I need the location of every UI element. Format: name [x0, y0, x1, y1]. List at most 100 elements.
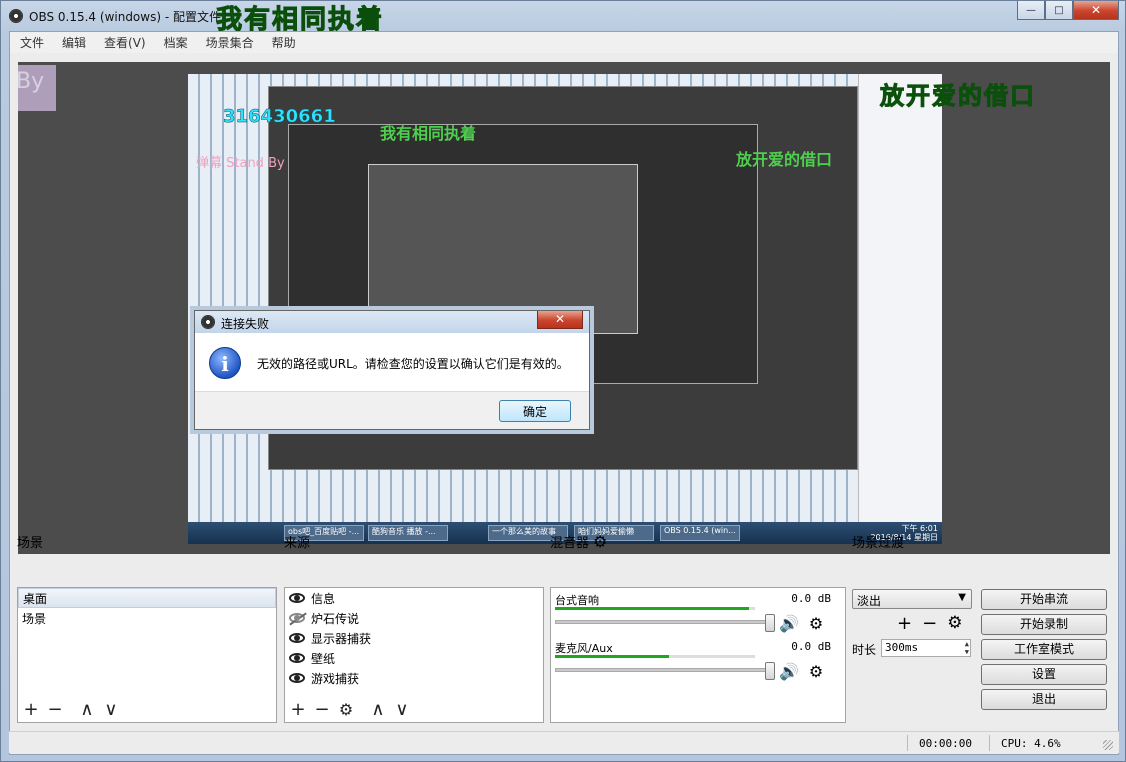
by-overlay: By	[18, 65, 56, 111]
source-label: 游戏捕获	[311, 671, 360, 686]
scene-item[interactable]: 场景	[18, 608, 276, 628]
captured-sidebar	[858, 74, 942, 522]
close-button[interactable]: ✕	[1073, 1, 1119, 20]
window-title: OBS 0.15.4 (windows) - 配置文件	[29, 10, 221, 24]
add-transition-button[interactable]: +	[897, 613, 912, 634]
exit-button[interactable]: 退出	[981, 689, 1107, 710]
dialog-footer: 确定	[195, 391, 589, 429]
source-properties-gear-icon[interactable]: ⚙	[337, 701, 355, 719]
eye-icon[interactable]	[289, 633, 305, 643]
dialog-message: 无效的路径或URL。请检查您的设置以确认它们是有效的。	[257, 356, 569, 371]
source-label: 炉石传说	[311, 611, 360, 626]
volume-slider[interactable]	[555, 620, 775, 624]
transition-gear-icon[interactable]: ⚙	[947, 613, 962, 634]
eye-icon[interactable]	[289, 593, 305, 603]
move-source-down-button[interactable]: ∨	[393, 701, 411, 719]
mixer-channel-mic: 麦克风/Aux 0.0 dB 🔊 ⚙	[555, 640, 831, 688]
eye-icon[interactable]	[289, 653, 305, 663]
transitions-title: 场景过渡	[852, 535, 905, 551]
source-item[interactable]: 信息	[285, 588, 543, 608]
speaker-icon[interactable]: 🔊	[779, 614, 799, 633]
menu-profile[interactable]: 档案	[162, 34, 190, 51]
status-cpu: CPU: 4.6%	[1001, 737, 1061, 750]
source-label: 显示器捕获	[311, 631, 372, 646]
minimize-button[interactable]: —	[1017, 1, 1045, 20]
start-streaming-button[interactable]: 开始串流	[981, 589, 1107, 610]
menu-help[interactable]: 帮助	[270, 34, 298, 51]
dialog-title: 连接失败	[221, 317, 270, 331]
channel-gear-icon[interactable]: ⚙	[809, 614, 823, 633]
source-item[interactable]: 壁纸	[285, 648, 543, 668]
sources-title: 来源	[284, 535, 311, 551]
volume-meter-fill	[555, 607, 749, 610]
menu-bar: 文件 编辑 查看(V) 档案 场景集合 帮助	[10, 32, 1118, 53]
window-controls: — □ ✕	[1017, 1, 1119, 20]
volume-meter-fill	[555, 655, 669, 658]
scenes-title: 场景	[17, 535, 44, 551]
source-item[interactable]: 显示器捕获	[285, 628, 543, 648]
channel-name: 麦克风/Aux	[555, 642, 613, 655]
spin-arrows-icon[interactable]: ▲ ▼	[965, 640, 969, 656]
menu-file[interactable]: 文件	[18, 34, 46, 51]
duration-value: 300ms	[885, 641, 919, 654]
move-scene-up-button[interactable]: ∧	[78, 701, 96, 719]
add-source-button[interactable]: +	[289, 701, 307, 719]
settings-button[interactable]: 设置	[981, 664, 1107, 685]
mixer-panel: 台式音响 0.0 dB 🔊 ⚙ 麦克风/Aux 0.0 dB 🔊 ⚙	[550, 587, 846, 723]
remove-scene-button[interactable]: −	[46, 701, 64, 719]
transition-toolbar: + − ⚙	[897, 613, 962, 634]
overlay-inner-text-1: 我有相同执着	[380, 124, 477, 143]
transition-selected: 淡出	[857, 594, 882, 608]
scene-item[interactable]: 桌面	[18, 588, 276, 608]
captured-obs-window-nested-2	[368, 164, 638, 334]
move-scene-down-button[interactable]: ∨	[102, 701, 120, 719]
ok-button[interactable]: 确定	[499, 400, 571, 422]
overlay-right-text: 放开爱的借口	[880, 81, 1036, 111]
scenes-dock: 场景	[17, 531, 43, 551]
mixer-gear-icon[interactable]: ⚙	[593, 532, 607, 551]
sources-dock: 来源	[284, 531, 310, 551]
preview-canvas[interactable]: By obs吧_百度贴吧 -... 酷狗音乐 播放 -... 一个那么美的故事 …	[18, 62, 1110, 554]
remove-transition-button[interactable]: −	[922, 613, 937, 634]
source-label: 壁纸	[311, 651, 336, 666]
speaker-icon[interactable]: 🔊	[779, 662, 799, 681]
sources-items: 信息炉石传说显示器捕获壁纸游戏捕获	[285, 588, 543, 688]
eye-hidden-icon[interactable]	[289, 613, 305, 623]
volume-slider-thumb[interactable]	[765, 614, 775, 632]
dialog-close-button[interactable]: ✕	[537, 311, 583, 329]
info-icon: i	[209, 347, 241, 379]
resize-grip-icon[interactable]	[1103, 740, 1113, 750]
status-separator	[907, 735, 908, 751]
start-recording-button[interactable]: 开始录制	[981, 614, 1107, 635]
source-item[interactable]: 游戏捕获	[285, 668, 543, 688]
dialog-title-bar: 连接失败 ✕	[195, 311, 589, 333]
sources-toolbar: + − ⚙ ∧ ∨	[285, 698, 543, 722]
remove-source-button[interactable]: −	[313, 701, 331, 719]
mixer-dock: 混音器 ⚙	[550, 531, 607, 551]
volume-slider-thumb[interactable]	[765, 662, 775, 680]
connection-failed-dialog: 连接失败 ✕ i 无效的路径或URL。请检查您的设置以确认它们是有效的。 确定	[194, 310, 590, 430]
title-bar[interactable]: OBS 0.15.4 (windows) - 配置文件 我有相同执着 — □ ✕	[1, 1, 1125, 36]
status-time: 00:00:00	[919, 737, 972, 750]
menu-edit[interactable]: 编辑	[60, 34, 88, 51]
status-separator	[989, 735, 990, 751]
add-scene-button[interactable]: +	[22, 701, 40, 719]
mixer-channel-desktop: 台式音响 0.0 dB 🔊 ⚙	[555, 592, 831, 640]
volume-slider[interactable]	[555, 668, 775, 672]
status-bar: 00:00:00 CPU: 4.6%	[9, 731, 1119, 753]
move-source-up-button[interactable]: ∧	[369, 701, 387, 719]
maximize-button[interactable]: □	[1045, 1, 1073, 20]
duration-spinbox[interactable]: 300ms ▲ ▼	[881, 639, 971, 657]
channel-gear-icon[interactable]: ⚙	[809, 662, 823, 681]
chevron-down-icon: ▼	[958, 592, 966, 603]
transition-select[interactable]: 淡出 ▼	[852, 589, 972, 609]
menu-view[interactable]: 查看(V)	[102, 34, 148, 51]
overlay-number-text: 316430661	[223, 106, 336, 128]
scenes-toolbar: + − ∧ ∨	[18, 698, 276, 722]
captured-taskbar-item: 酷狗音乐 播放 -...	[368, 525, 448, 541]
source-item[interactable]: 炉石传说	[285, 608, 543, 628]
menu-scene-collection[interactable]: 场景集合	[204, 34, 256, 51]
eye-icon[interactable]	[289, 673, 305, 683]
studio-mode-button[interactable]: 工作室模式	[981, 639, 1107, 660]
mixer-title: 混音器	[550, 535, 590, 551]
